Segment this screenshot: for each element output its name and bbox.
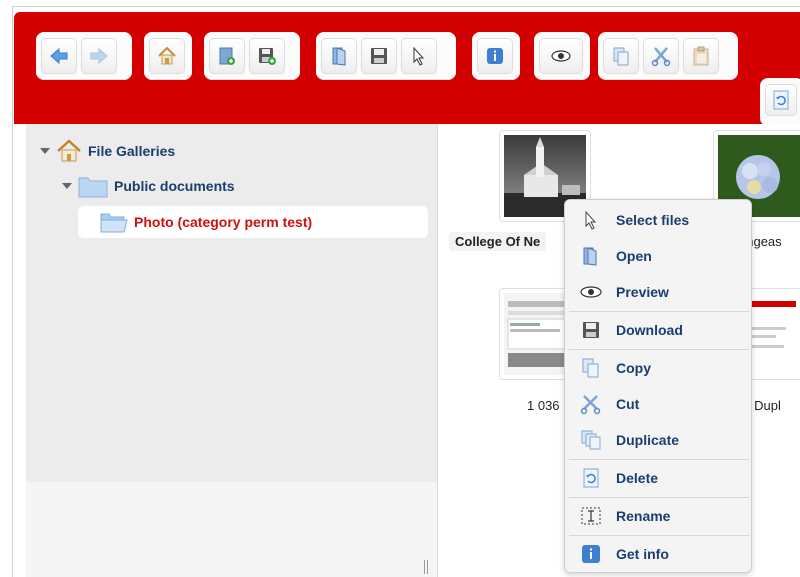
save-button[interactable] bbox=[249, 38, 285, 74]
preview-icon bbox=[551, 50, 571, 62]
context-menu: Select files Open Preview Download Copy … bbox=[564, 199, 752, 573]
open-icon bbox=[332, 47, 346, 66]
duplicate-icon bbox=[579, 428, 603, 452]
menu-item-duplicate[interactable]: Duplicate bbox=[565, 422, 751, 458]
menu-item-cut[interactable]: Cut bbox=[565, 386, 751, 422]
file-ops-group bbox=[316, 32, 456, 80]
home-icon bbox=[57, 139, 81, 162]
menu-label: Get info bbox=[616, 546, 669, 562]
download-icon bbox=[371, 48, 387, 64]
tree-node-file-galleries[interactable]: File Galleries bbox=[40, 138, 175, 164]
upload-save-group bbox=[204, 32, 300, 80]
menu-item-open[interactable]: Open bbox=[565, 238, 751, 274]
eye-icon bbox=[579, 280, 603, 304]
upload-button[interactable] bbox=[209, 38, 245, 74]
delete-icon bbox=[579, 466, 603, 490]
menu-label: Delete bbox=[616, 470, 659, 486]
menu-item-copy[interactable]: Copy bbox=[565, 350, 751, 386]
home-button[interactable] bbox=[149, 38, 185, 74]
tree-node-photo-selected[interactable]: Photo (category perm test) bbox=[78, 206, 428, 238]
nav-group bbox=[36, 32, 132, 80]
info-button[interactable] bbox=[477, 38, 513, 74]
resize-grip[interactable] bbox=[424, 560, 428, 574]
tree-footer-area bbox=[26, 482, 437, 577]
file-name-1[interactable]: College Of Ne bbox=[449, 232, 547, 251]
save-icon bbox=[579, 318, 603, 342]
menu-label: Preview bbox=[616, 284, 669, 300]
cut-icon bbox=[651, 47, 671, 67]
refresh-group bbox=[760, 78, 800, 126]
home-icon bbox=[158, 46, 176, 65]
info-icon bbox=[487, 48, 503, 64]
toolbar bbox=[14, 12, 800, 126]
file-name-3[interactable]: 1 036 bbox=[527, 398, 560, 413]
info-group bbox=[472, 32, 520, 80]
preview-button[interactable] bbox=[539, 38, 583, 74]
menu-label: Select files bbox=[616, 212, 690, 228]
back-button[interactable] bbox=[41, 38, 77, 74]
tree-label-selected: Photo (category perm test) bbox=[134, 214, 313, 230]
cut-button[interactable] bbox=[643, 38, 679, 74]
cursor-icon bbox=[579, 208, 603, 232]
clipboard-group bbox=[598, 32, 738, 80]
menu-label: Rename bbox=[616, 508, 671, 524]
menu-label: Download bbox=[616, 322, 683, 338]
open-folder-icon bbox=[100, 213, 128, 233]
menu-item-preview[interactable]: Preview bbox=[565, 274, 751, 310]
home-group bbox=[144, 32, 192, 80]
gallery-tree: File Galleries Public documents Photo (c… bbox=[26, 124, 438, 577]
expand-arrow-icon[interactable] bbox=[40, 148, 50, 154]
back-icon bbox=[50, 47, 68, 65]
info-icon bbox=[579, 542, 603, 566]
copy-button[interactable] bbox=[603, 38, 639, 74]
tree-label-root: File Galleries bbox=[88, 143, 176, 159]
save-icon bbox=[259, 48, 276, 65]
refresh-icon bbox=[773, 90, 789, 110]
menu-label: Duplicate bbox=[616, 432, 680, 448]
menu-label: Copy bbox=[616, 360, 651, 376]
menu-item-delete[interactable]: Delete bbox=[565, 460, 751, 496]
menu-label: Cut bbox=[616, 396, 640, 412]
select-icon bbox=[413, 46, 425, 66]
copy-icon bbox=[579, 356, 603, 380]
forward-button[interactable] bbox=[81, 38, 117, 74]
select-button[interactable] bbox=[401, 38, 437, 74]
open-icon bbox=[579, 244, 603, 268]
folder-icon bbox=[78, 177, 108, 198]
menu-item-rename[interactable]: Rename bbox=[565, 498, 751, 534]
copy-icon bbox=[613, 47, 629, 66]
expand-arrow-icon[interactable] bbox=[62, 183, 72, 189]
upload-icon bbox=[219, 47, 235, 65]
rename-icon bbox=[579, 504, 603, 528]
menu-label: Open bbox=[616, 248, 652, 264]
paste-icon bbox=[693, 46, 709, 66]
tree-node-public-documents[interactable]: Public documents bbox=[62, 174, 235, 198]
open-button[interactable] bbox=[321, 38, 357, 74]
menu-item-get-info[interactable]: Get info bbox=[565, 536, 751, 572]
paste-button[interactable] bbox=[683, 38, 719, 74]
refresh-button[interactable] bbox=[765, 84, 797, 116]
menu-item-download[interactable]: Download bbox=[565, 312, 751, 348]
scissors-icon bbox=[579, 392, 603, 416]
tree-label-child: Public documents bbox=[114, 178, 235, 194]
forward-icon bbox=[90, 47, 108, 65]
preview-group bbox=[534, 32, 590, 80]
menu-item-select-files[interactable]: Select files bbox=[565, 202, 751, 238]
download-button[interactable] bbox=[361, 38, 397, 74]
